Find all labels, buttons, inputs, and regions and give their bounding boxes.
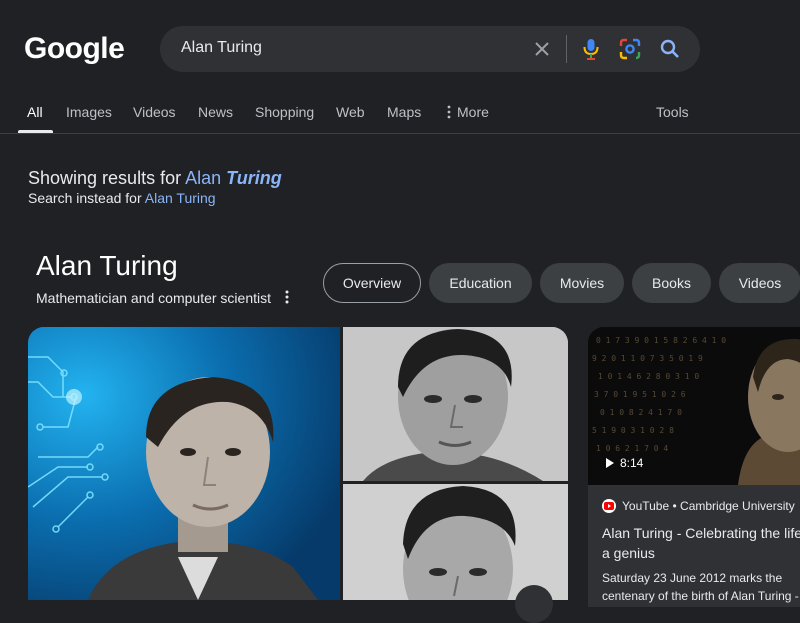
chip-overview[interactable]: Overview [323,263,421,303]
video-title[interactable]: Alan Turing - Celebrating the life of a … [602,523,800,563]
svg-text:0 1 7 3 9 0 1 5 8 2 6 4 1 0: 0 1 7 3 9 0 1 5 8 2 6 4 1 0 [596,336,726,345]
original-query-link[interactable]: Alan Turing [145,190,216,206]
chip-books[interactable]: Books [632,263,711,303]
tab-news[interactable]: News [198,104,233,120]
knowledge-panel-subtitle: Mathematician and computer scientist [36,290,271,306]
svg-text:5 1 9 0 3 1 0 2 8: 5 1 9 0 3 1 0 2 8 [592,426,674,435]
corrected-term-b: Turing [226,168,282,188]
close-icon[interactable] [530,37,554,61]
video-thumbnail[interactable]: 0 1 7 3 9 0 1 5 8 2 6 4 1 0 9 2 0 1 1 0 … [588,327,800,485]
knowledge-panel-title: Alan Turing [36,250,178,281]
tab-more[interactable]: More [447,104,489,120]
corrected-term-a: Alan [185,168,222,188]
tab-more-label: More [457,104,489,120]
chip-movies[interactable]: Movies [540,263,624,303]
portrait-image-main[interactable] [28,327,340,600]
tab-videos[interactable]: Videos [133,104,176,120]
search-bar[interactable]: Alan Turing [160,26,700,72]
corrected-query-link[interactable]: Alan Turing [185,168,282,188]
search-instead-line: Search instead for Alan Turing [28,190,216,206]
svg-text:1 0 6 2 1 7 0 4: 1 0 6 2 1 7 0 4 [596,444,668,453]
video-source-text: YouTube • Cambridge University [622,499,795,513]
showing-results-line: Showing results for Alan Turing [28,168,282,189]
search-icon[interactable] [658,37,682,61]
active-tab-indicator [18,130,53,133]
video-duration: 8:14 [606,456,643,470]
google-logo[interactable]: Google [24,32,125,66]
tab-shopping[interactable]: Shopping [255,104,314,120]
more-vert-icon [447,105,451,119]
tab-all[interactable]: All [27,104,43,120]
video-source: YouTube • Cambridge University [602,499,795,513]
chip-education[interactable]: Education [429,263,532,303]
instead-prefix: Search instead for [28,190,145,206]
chip-videos[interactable]: Videos [719,263,800,303]
lens-icon[interactable] [618,37,642,61]
portrait-image-2[interactable] [343,327,568,481]
portrait-image-3[interactable] [343,484,568,600]
more-images-button[interactable] [515,585,553,623]
microphone-icon[interactable] [579,37,603,61]
play-icon [606,458,614,468]
more-options-icon[interactable] [280,288,294,306]
search-divider [566,35,567,63]
video-duration-text: 8:14 [620,456,644,470]
video-card[interactable]: 0 1 7 3 9 0 1 5 8 2 6 4 1 0 9 2 0 1 1 0 … [588,327,800,607]
tab-web[interactable]: Web [336,104,365,120]
search-tabs: All Images Videos News Shopping Web Maps… [0,92,800,134]
svg-text:1 0 1 4 6 2 8 0 3 1 0: 1 0 1 4 6 2 8 0 3 1 0 [598,372,699,381]
youtube-icon [602,499,616,513]
tools-button[interactable]: Tools [656,104,689,120]
svg-text:9 2 0 1 1 0 7 3 5 0 1 9: 9 2 0 1 1 0 7 3 5 0 1 9 [592,354,703,363]
showing-prefix: Showing results for [28,168,186,188]
svg-text:3 7 0 1 9 5 1 0 2 6: 3 7 0 1 9 5 1 0 2 6 [594,390,686,399]
svg-text:0 1 0 8 2 4 1 7 0: 0 1 0 8 2 4 1 7 0 [600,408,682,417]
tab-maps[interactable]: Maps [387,104,421,120]
tab-images[interactable]: Images [66,104,112,120]
search-input[interactable]: Alan Turing [181,39,262,57]
